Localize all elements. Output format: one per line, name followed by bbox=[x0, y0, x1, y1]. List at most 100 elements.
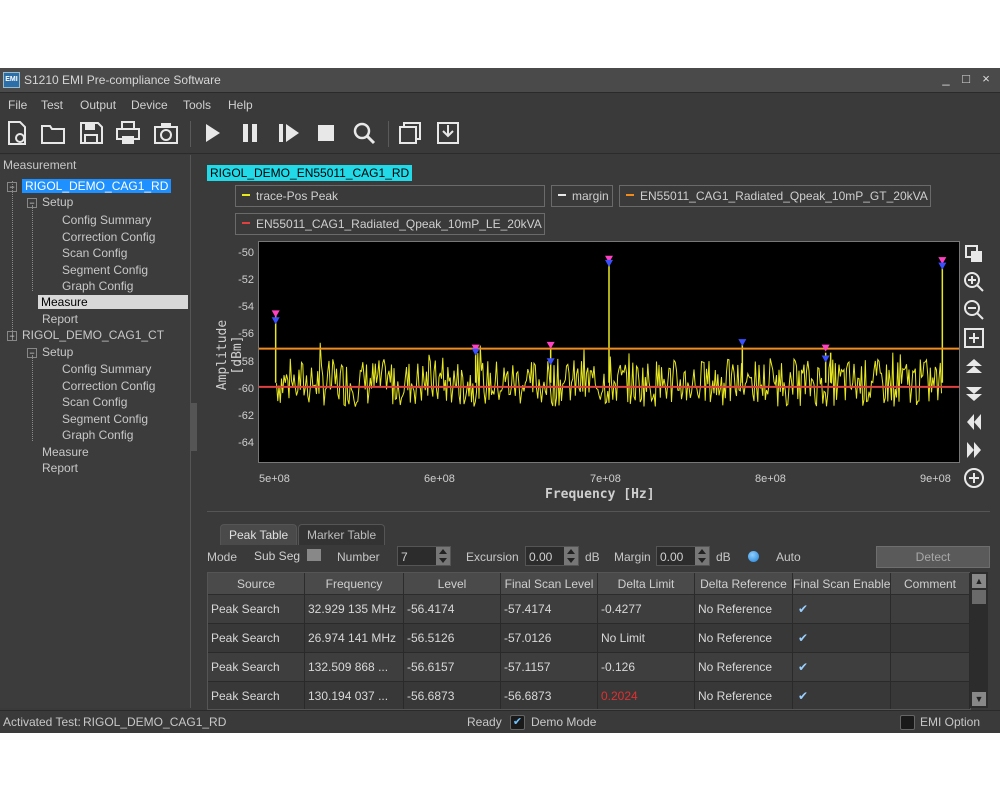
number-stepper[interactable]: 7 bbox=[397, 546, 451, 566]
tree-item-correction-config[interactable]: Correction Config bbox=[62, 230, 155, 244]
stepper-arrows-icon[interactable] bbox=[695, 547, 709, 565]
tab-marker-table[interactable]: Marker Table bbox=[298, 524, 386, 545]
menu-help[interactable]: Help bbox=[228, 98, 253, 112]
tree-item-segment-config[interactable]: Segment Config bbox=[62, 412, 148, 426]
margin-stepper[interactable]: 0.00 bbox=[656, 546, 710, 566]
tree-item-measure[interactable]: Measure bbox=[38, 295, 188, 309]
tree-item-setup[interactable]: Setup bbox=[42, 345, 73, 359]
spectrum-plot[interactable] bbox=[258, 241, 960, 463]
pause-icon[interactable] bbox=[236, 119, 264, 147]
menu-file[interactable]: File bbox=[8, 98, 27, 112]
table-row[interactable]: Peak Search 130.194 037 ... -56.6873 -56… bbox=[208, 682, 970, 709]
column-header[interactable]: Delta Limit bbox=[598, 573, 695, 595]
camera-icon[interactable] bbox=[152, 119, 180, 147]
table-row[interactable]: Peak Search 132.509 868 ... -56.6157 -57… bbox=[208, 653, 970, 682]
tree-item-segment-config[interactable]: Segment Config bbox=[62, 263, 148, 277]
cell-final-scan-level: -56.6873 bbox=[501, 682, 598, 709]
legend-limit-gt[interactable]: EN55011_CAG1_Radiated_Qpeak_10mP_GT_20kV… bbox=[619, 185, 931, 207]
tree-item-config-summary[interactable]: Config Summary bbox=[62, 213, 151, 227]
column-header[interactable]: Level bbox=[404, 573, 501, 595]
table-scrollbar[interactable]: ▲ ▼ bbox=[970, 572, 988, 708]
cell-level: -56.5126 bbox=[404, 624, 501, 653]
number-label: Number bbox=[337, 550, 380, 564]
detect-button[interactable]: Detect bbox=[876, 546, 990, 568]
collapse-icon[interactable]: − bbox=[7, 331, 17, 341]
column-header[interactable]: Frequency bbox=[305, 573, 404, 595]
cell-delta-reference: No Reference bbox=[695, 682, 793, 709]
emi-option-checkbox[interactable] bbox=[900, 715, 915, 730]
cell-comment[interactable] bbox=[891, 624, 970, 653]
tree-item-correction-config[interactable]: Correction Config bbox=[62, 379, 155, 393]
tree-item-setup[interactable]: Setup bbox=[42, 195, 73, 209]
window-icon[interactable] bbox=[396, 119, 424, 147]
add-icon[interactable] bbox=[963, 467, 985, 489]
stepper-arrows-icon[interactable] bbox=[564, 547, 578, 565]
tree-item-report[interactable]: Report bbox=[42, 312, 78, 326]
graph-divider[interactable] bbox=[207, 511, 990, 512]
scroll-down-arrow-icon[interactable]: ▼ bbox=[972, 692, 986, 706]
scroll-up-arrow-icon[interactable]: ▲ bbox=[972, 574, 986, 588]
tree-item-rigol-demo-cag1-ct[interactable]: RIGOL_DEMO_CAG1_CT bbox=[22, 328, 164, 342]
final-scan-checkbox[interactable]: ✔ bbox=[793, 624, 891, 653]
tree-item-measure[interactable]: Measure bbox=[42, 445, 89, 459]
tree-item-rigol-demo-cag1-rd[interactable]: RIGOL_DEMO_CAG1_RD bbox=[22, 179, 172, 193]
collapse-icon[interactable]: − bbox=[27, 198, 37, 208]
scroll-thumb[interactable] bbox=[972, 590, 986, 604]
zoom-in-icon[interactable] bbox=[963, 271, 985, 293]
column-header[interactable]: Delta Reference bbox=[695, 573, 793, 595]
menu-output[interactable]: Output bbox=[80, 98, 116, 112]
stepper-arrows-icon[interactable] bbox=[436, 547, 450, 565]
stop-icon[interactable] bbox=[312, 119, 340, 147]
column-header[interactable]: Source bbox=[208, 573, 305, 595]
close-button[interactable]: × bbox=[978, 71, 994, 87]
final-scan-checkbox[interactable]: ✔ bbox=[793, 595, 891, 624]
panel-splitter[interactable] bbox=[191, 403, 197, 451]
final-scan-checkbox[interactable]: ✔ bbox=[793, 682, 891, 709]
table-row[interactable]: Peak Search 26.974 141 MHz -56.5126 -57.… bbox=[208, 624, 970, 653]
step-icon[interactable] bbox=[274, 119, 302, 147]
minimize-button[interactable]: _ bbox=[938, 71, 954, 87]
new-file-icon[interactable] bbox=[3, 119, 31, 147]
cell-comment[interactable] bbox=[891, 653, 970, 682]
search-icon[interactable] bbox=[350, 119, 378, 147]
legend-margin[interactable]: margin bbox=[551, 185, 613, 207]
mode-select[interactable]: Sub Seg bbox=[251, 546, 323, 566]
column-header[interactable]: Comment bbox=[891, 573, 970, 595]
play-icon[interactable] bbox=[198, 119, 226, 147]
legend-trace[interactable]: trace-Pos Peak bbox=[235, 185, 545, 207]
cell-comment[interactable] bbox=[891, 595, 970, 624]
tree-item-graph-config[interactable]: Graph Config bbox=[62, 279, 133, 293]
menu-test[interactable]: Test bbox=[41, 98, 63, 112]
final-scan-checkbox[interactable]: ✔ bbox=[793, 653, 891, 682]
excursion-stepper[interactable]: 0.00 bbox=[525, 546, 579, 566]
scroll-down-icon[interactable] bbox=[963, 383, 985, 405]
maximize-button[interactable]: □ bbox=[958, 71, 974, 87]
auto-radio[interactable] bbox=[748, 551, 759, 562]
collapse-icon[interactable]: − bbox=[7, 182, 17, 192]
legend-limit-le[interactable]: EN55011_CAG1_Radiated_Qpeak_10mP_LE_20kV… bbox=[235, 213, 545, 235]
scroll-left-icon[interactable] bbox=[963, 411, 985, 433]
demo-mode-checkbox[interactable]: ✔ bbox=[510, 715, 525, 730]
open-folder-icon[interactable] bbox=[39, 119, 67, 147]
tree-item-scan-config[interactable]: Scan Config bbox=[62, 395, 127, 409]
tree-item-graph-config[interactable]: Graph Config bbox=[62, 428, 133, 442]
cell-comment[interactable] bbox=[891, 682, 970, 709]
table-row[interactable]: Peak Search 32.929 135 MHz -56.4174 -57.… bbox=[208, 595, 970, 624]
scroll-right-icon[interactable] bbox=[963, 439, 985, 461]
print-icon[interactable] bbox=[114, 119, 142, 147]
fit-icon[interactable] bbox=[963, 327, 985, 349]
collapse-icon[interactable]: − bbox=[27, 348, 37, 358]
scroll-up-icon[interactable] bbox=[963, 355, 985, 377]
menu-tools[interactable]: Tools bbox=[183, 98, 211, 112]
tree-item-config-summary[interactable]: Config Summary bbox=[62, 362, 151, 376]
tab-peak-table[interactable]: Peak Table bbox=[220, 524, 298, 545]
tree-item-report[interactable]: Report bbox=[42, 461, 78, 475]
tree-item-scan-config[interactable]: Scan Config bbox=[62, 246, 127, 260]
export-icon[interactable] bbox=[434, 119, 462, 147]
zoom-out-icon[interactable] bbox=[963, 299, 985, 321]
menu-device[interactable]: Device bbox=[131, 98, 168, 112]
column-header[interactable]: Final Scan Level bbox=[501, 573, 598, 595]
save-icon[interactable] bbox=[77, 119, 105, 147]
column-header[interactable]: Final Scan Enable bbox=[793, 573, 891, 595]
layers-icon[interactable] bbox=[963, 243, 985, 265]
